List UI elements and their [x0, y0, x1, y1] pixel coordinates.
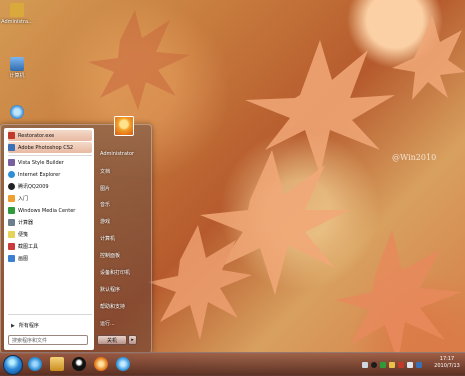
photoshop-icon: [8, 144, 15, 151]
chevron-right-icon: ▸: [131, 337, 134, 343]
run-link[interactable]: 运行...: [100, 320, 115, 327]
calculator-icon: [8, 219, 15, 226]
help-support-link[interactable]: 帮助和支持: [100, 303, 125, 310]
program-label: Windows Media Center: [18, 207, 76, 214]
taskbar: 17:17 2010/7/13: [0, 352, 465, 376]
games-link[interactable]: 游戏: [100, 218, 110, 225]
shutdown-label: 关机: [106, 337, 117, 344]
desktop-icon-network[interactable]: [0, 105, 34, 121]
program-item[interactable]: 计算器: [8, 217, 92, 228]
devices-printers-link[interactable]: 设备和打印机: [100, 269, 130, 276]
program-label: Restorator.exe: [18, 132, 55, 139]
program-item[interactable]: 腾讯QQ2009: [8, 181, 92, 192]
desktop-icon-label: 计算机: [9, 73, 25, 79]
control-panel-link[interactable]: 控制面板: [100, 252, 120, 259]
program-item[interactable]: Vista Style Builder: [8, 157, 92, 168]
arrow-right-icon: ▶: [11, 322, 15, 329]
flag-tray-icon[interactable]: [389, 362, 395, 368]
user-name-link[interactable]: Administrator: [100, 151, 134, 157]
user-picture[interactable]: [114, 116, 134, 136]
media-player-icon[interactable]: [94, 357, 108, 371]
program-item[interactable]: Restorator.exe: [8, 130, 92, 141]
separator: [8, 314, 92, 315]
separator: [8, 155, 92, 156]
program-item[interactable]: 入门: [8, 193, 92, 204]
search-input[interactable]: 搜索程序和文件: [8, 335, 88, 345]
program-item[interactable]: Windows Media Center: [8, 205, 92, 216]
getting-started-icon: [8, 195, 15, 202]
program-label: 便笺: [18, 232, 29, 238]
qq-tray-icon[interactable]: [371, 362, 377, 368]
shutdown-button[interactable]: 关机: [97, 335, 127, 345]
start-menu-places-pane: Administrator 文档 图片 音乐 游戏 计算机 控制面板 设备和打印…: [97, 116, 148, 350]
music-link[interactable]: 音乐: [100, 201, 110, 208]
program-item[interactable]: Internet Explorer: [8, 169, 92, 180]
app-icon: [8, 159, 15, 166]
program-item[interactable]: Adobe Photoshop CS2: [8, 142, 92, 153]
ie-icon[interactable]: [28, 357, 42, 371]
app-tray-icon[interactable]: [398, 362, 404, 368]
program-item[interactable]: 画图: [8, 253, 92, 264]
app-tray-icon[interactable]: [416, 362, 422, 368]
ie-icon: [8, 171, 15, 178]
sticky-notes-icon: [8, 231, 15, 238]
all-programs-button[interactable]: ▶ 所有程序: [8, 321, 92, 330]
clock-date: 2010/7/13: [434, 363, 460, 369]
desktop-icon-label: Administra...: [1, 19, 33, 25]
documents-link[interactable]: 文档: [100, 168, 110, 175]
snipping-tool-icon: [8, 243, 15, 250]
paint-icon: [8, 255, 15, 262]
search-placeholder: 搜索程序和文件: [12, 337, 48, 344]
program-label: 截图工具: [18, 244, 39, 250]
all-programs-label: 所有程序: [18, 323, 39, 329]
program-label: Vista Style Builder: [18, 159, 64, 166]
program-label: 画图: [18, 256, 29, 262]
ie-icon[interactable]: [116, 357, 130, 371]
computer-icon: [10, 57, 24, 71]
antivirus-tray-icon[interactable]: [380, 362, 386, 368]
program-label: Internet Explorer: [18, 171, 61, 178]
start-menu-programs-pane: Restorator.exe Adobe Photoshop CS2 Vista…: [4, 128, 94, 350]
program-item[interactable]: 截图工具: [8, 241, 92, 252]
computer-link[interactable]: 计算机: [100, 235, 115, 242]
clock-time: 17:17: [439, 356, 455, 362]
shutdown-options-button[interactable]: ▸: [128, 335, 137, 345]
start-menu: Restorator.exe Adobe Photoshop CS2 Vista…: [0, 116, 152, 354]
wallpaper-watermark: @Win2010: [392, 153, 437, 162]
program-label: 计算器: [18, 220, 34, 226]
network-tray-icon[interactable]: [362, 362, 368, 368]
program-label: Adobe Photoshop CS2: [18, 144, 74, 151]
qq-icon[interactable]: [72, 357, 86, 371]
default-programs-link[interactable]: 默认程序: [100, 286, 120, 293]
user-folder-icon: [10, 3, 24, 17]
program-item[interactable]: 便笺: [8, 229, 92, 240]
desktop-icon-administrator[interactable]: Administra...: [0, 3, 34, 25]
taskbar-clock[interactable]: 17:17 2010/7/13: [430, 356, 464, 370]
explorer-icon[interactable]: [50, 357, 64, 371]
app-icon: [8, 132, 15, 139]
desktop-icon-computer[interactable]: 计算机: [0, 57, 34, 79]
program-label: 腾讯QQ2009: [18, 184, 49, 190]
media-center-icon: [8, 207, 15, 214]
volume-tray-icon[interactable]: [407, 362, 413, 368]
qq-icon: [8, 183, 15, 190]
network-icon: [10, 105, 24, 119]
program-label: 入门: [18, 196, 29, 202]
start-button[interactable]: [3, 355, 23, 375]
pictures-link[interactable]: 图片: [100, 185, 110, 192]
